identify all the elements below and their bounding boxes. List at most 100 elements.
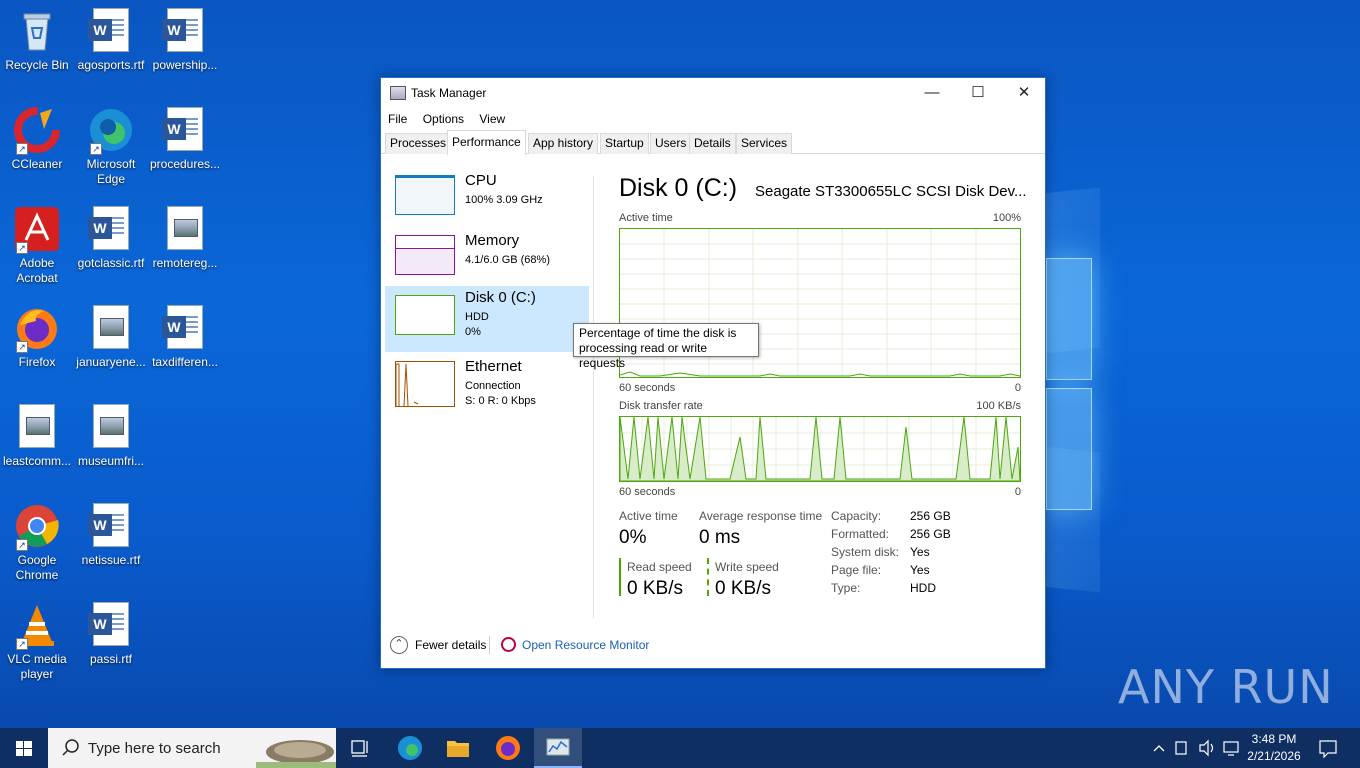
- write-speed-marker: [707, 558, 709, 596]
- tab-services[interactable]: Services: [736, 133, 793, 154]
- maximize-icon: ☐: [971, 84, 985, 101]
- desktop-icon-netissue[interactable]: W netissue.rtf: [74, 503, 148, 568]
- type-label: Type:: [831, 581, 861, 595]
- desktop-icon-chrome[interactable]: ↗ Google Chrome: [0, 503, 74, 583]
- read-speed-label: Read speed: [627, 560, 692, 574]
- start-button[interactable]: [0, 728, 48, 768]
- taskbar-task-manager[interactable]: [534, 728, 582, 768]
- task-view-button[interactable]: [336, 728, 384, 768]
- sidebar-item-ethernet[interactable]: Ethernet Connection S: 0 R: 0 Kbps: [385, 355, 589, 419]
- taskbar-firefox[interactable]: [484, 728, 532, 768]
- search-placeholder: Type here to search: [88, 740, 221, 757]
- desktop-icon-ccleaner[interactable]: ↗ CCleaner: [0, 107, 74, 172]
- image-file-icon: [14, 404, 60, 450]
- tooltip-line-2: processing read or write requests: [579, 341, 708, 370]
- disk-tooltip: Percentage of time the disk is processin…: [573, 323, 759, 370]
- graph-transfer-rate-window: 60 seconds: [619, 486, 676, 498]
- image-file-icon: [162, 206, 208, 252]
- desktop-icon-vlc[interactable]: ↗ VLC media player: [0, 602, 74, 682]
- footer-divider: [489, 636, 490, 654]
- image-file-icon: [88, 404, 134, 450]
- desktop-icon-powership[interactable]: W powership...: [148, 8, 222, 73]
- menu-options[interactable]: Options: [423, 108, 464, 130]
- read-speed-marker: [619, 558, 621, 596]
- graph-active-time-max: 100%: [992, 212, 1021, 224]
- desktop-icon-recycle-bin[interactable]: Recycle Bin: [0, 8, 74, 73]
- write-speed-label: Write speed: [715, 560, 779, 574]
- word-document-icon: W: [88, 8, 134, 54]
- desktop-icon-agosports[interactable]: W agosports.rtf: [74, 8, 148, 73]
- word-document-icon: W: [88, 206, 134, 252]
- desktop-icon-passi[interactable]: W passi.rtf: [74, 602, 148, 667]
- sidebar-item-disk[interactable]: Disk 0 (C:) HDD 0%: [385, 286, 589, 352]
- folder-icon: [447, 741, 469, 757]
- memory-thumbnail: [395, 235, 455, 275]
- taskbar-file-explorer[interactable]: [434, 728, 482, 768]
- sidebar-item-detail: 100% 3.09 GHz: [465, 194, 543, 206]
- system-disk-value: Yes: [910, 545, 930, 559]
- open-resource-monitor-link[interactable]: Open Resource Monitor: [522, 638, 649, 652]
- tab-bar: Processes Performance App history Startu…: [381, 130, 1045, 155]
- desktop-icon-acrobat[interactable]: ↗ Adobe Acrobat: [0, 206, 74, 286]
- acrobat-icon: ↗: [14, 206, 60, 254]
- tab-users[interactable]: Users: [650, 133, 692, 154]
- active-time-stat-value: 0%: [619, 527, 647, 548]
- page-file-label: Page file:: [831, 563, 882, 577]
- ethernet-thumbnail: [395, 361, 455, 407]
- avg-response-label: Average response time: [699, 509, 823, 523]
- search-icon: [62, 739, 79, 756]
- sidebar-item-cpu[interactable]: CPU 100% 3.09 GHz: [385, 169, 589, 233]
- title-bar[interactable]: Task Manager — ☐ ✕: [381, 78, 1045, 108]
- desktop-icon-firefox[interactable]: ↗ Firefox: [0, 305, 74, 370]
- desktop-icon-remotereg[interactable]: remotereg...: [148, 206, 222, 271]
- menu-view[interactable]: View: [479, 108, 505, 130]
- menu-bar: File Options View: [381, 108, 1045, 130]
- avg-response-value: 0 ms: [699, 527, 741, 548]
- taskbar-edge[interactable]: [386, 728, 434, 768]
- tab-performance[interactable]: Performance: [447, 130, 526, 155]
- task-manager-icon: [546, 738, 570, 756]
- capacity-label: Capacity:: [831, 509, 882, 523]
- minimize-button[interactable]: —: [909, 78, 955, 108]
- graph-transfer-rate-max: 100 KB/s: [976, 400, 1021, 412]
- window-title: Task Manager: [411, 86, 487, 100]
- clock-time[interactable]: 3:48 PM: [1244, 732, 1304, 746]
- page-file-value: Yes: [910, 563, 930, 577]
- chrome-icon: ↗: [14, 503, 60, 551]
- maximize-button[interactable]: ☐: [955, 78, 1001, 108]
- edge-icon: [398, 736, 422, 760]
- sidebar-item-usage: 0%: [465, 326, 481, 338]
- firefox-icon: ↗: [14, 305, 60, 353]
- clock-date[interactable]: 2/21/2026: [1244, 749, 1304, 763]
- desktop-icon-gotclassic[interactable]: W gotclassic.rtf: [74, 206, 148, 271]
- tab-processes[interactable]: Processes: [385, 133, 452, 154]
- desktop-icon-leastcomm[interactable]: leastcomm...: [0, 404, 74, 469]
- chevron-up-icon[interactable]: ⌃: [390, 636, 408, 654]
- sidebar-item-detail: 4.1/6.0 GB (68%): [465, 254, 550, 266]
- word-document-icon: W: [162, 8, 208, 54]
- taskbar-search-box[interactable]: Type here to search: [48, 728, 336, 768]
- taskbar: Type here to search 3:48 PM 2/21/2026: [0, 728, 1360, 768]
- desktop-icon-procedures[interactable]: W procedures...: [148, 107, 222, 172]
- desktop-icon-museumfri[interactable]: museumfri...: [74, 404, 148, 469]
- close-icon: ✕: [1017, 84, 1031, 101]
- sidebar-item-label: CPU: [465, 172, 497, 189]
- menu-file[interactable]: File: [388, 108, 407, 130]
- image-file-icon: [88, 305, 134, 351]
- notification-icon[interactable]: [1308, 728, 1348, 768]
- tab-startup[interactable]: Startup: [600, 133, 649, 154]
- desktop-icon-edge[interactable]: ↗ Microsoft Edge: [74, 107, 148, 187]
- task-view-icon: [351, 740, 368, 757]
- capacity-value: 256 GB: [910, 509, 951, 523]
- word-document-icon: W: [88, 602, 134, 648]
- sidebar-item-label: Memory: [465, 232, 520, 249]
- sidebar-item-memory[interactable]: Memory 4.1/6.0 GB (68%): [385, 229, 589, 293]
- tab-details[interactable]: Details: [689, 133, 736, 154]
- fewer-details-button[interactable]: Fewer details: [415, 638, 486, 652]
- sidebar-item-label: Ethernet: [465, 358, 522, 375]
- tab-app-history[interactable]: App history: [528, 133, 599, 154]
- desktop-icon-januaryene[interactable]: januaryene...: [74, 305, 148, 370]
- close-button[interactable]: ✕: [1001, 78, 1047, 108]
- sidebar-item-detail: Connection: [465, 380, 521, 392]
- desktop-icon-taxdifferen[interactable]: W taxdifferen...: [148, 305, 222, 370]
